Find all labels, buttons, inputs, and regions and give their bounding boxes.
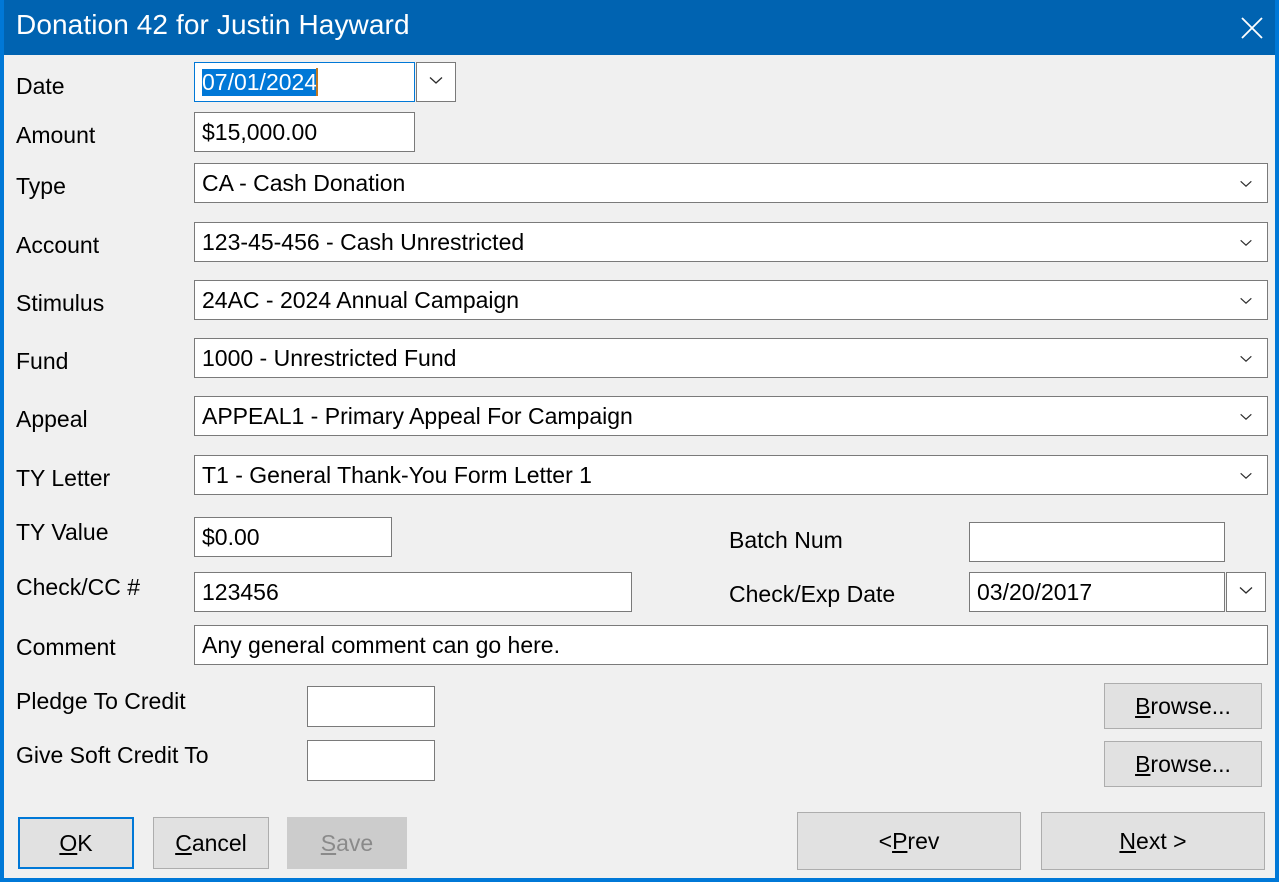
check-cc-input-value: 123456 xyxy=(202,578,279,605)
form-area: Date 07/01/2024 Amount $15,000.00 Type C… xyxy=(4,55,1275,878)
stimulus-combobox-value: 24AC - 2024 Annual Campaign xyxy=(202,286,520,313)
chevron-down-icon xyxy=(1236,295,1260,306)
give-soft-credit-to-input[interactable] xyxy=(307,740,435,781)
account-combobox-value: 123-45-456 - Cash Unrestricted xyxy=(202,228,525,255)
donation-dialog-window: Donation 42 for Justin Hayward Date 07/0… xyxy=(0,0,1279,882)
stimulus-label: Stimulus xyxy=(16,290,105,316)
amount-label: Amount xyxy=(16,122,96,148)
cancel-accel: C xyxy=(175,829,192,856)
ty-letter-label: TY Letter xyxy=(16,465,111,491)
comment-input-value: Any general comment can go here. xyxy=(202,631,560,658)
fund-label: Fund xyxy=(16,348,69,374)
chevron-down-icon xyxy=(1236,237,1260,248)
ok-rest: K xyxy=(77,829,93,856)
prev-button[interactable]: < Prev xyxy=(797,812,1021,870)
pledge-to-credit-input[interactable] xyxy=(307,686,435,727)
ty-letter-combobox-value: T1 - General Thank-You Form Letter 1 xyxy=(202,461,592,488)
cancel-button[interactable]: Cancel xyxy=(153,817,269,869)
fund-combobox-value: 1000 - Unrestricted Fund xyxy=(202,344,457,371)
chevron-down-icon xyxy=(427,73,445,91)
type-label: Type xyxy=(16,173,66,199)
ok-accel: O xyxy=(59,829,78,856)
check-exp-date-input-value: 03/20/2017 xyxy=(977,578,1093,605)
close-button[interactable] xyxy=(1221,0,1275,55)
batch-num-label: Batch Num xyxy=(729,527,843,553)
ty-value-input[interactable]: $0.00 xyxy=(194,517,392,557)
browse-soft-credit-button[interactable]: Browse... xyxy=(1104,741,1262,787)
check-cc-label: Check/CC # xyxy=(16,574,140,600)
amount-input[interactable]: $15,000.00 xyxy=(194,112,415,152)
prev-accel: P xyxy=(892,827,908,854)
ty-value-input-value: $0.00 xyxy=(202,523,260,550)
browse-soft-rest: rowse... xyxy=(1150,750,1231,777)
appeal-combobox-value: APPEAL1 - Primary Appeal For Campaign xyxy=(202,402,633,429)
next-accel: N xyxy=(1119,827,1137,854)
ty-value-label: TY Value xyxy=(16,519,109,545)
amount-input-value: $15,000.00 xyxy=(202,118,318,145)
prev-rest: rev xyxy=(907,827,940,854)
batch-num-input[interactable] xyxy=(969,522,1225,562)
ok-button[interactable]: OK xyxy=(18,817,134,869)
account-label: Account xyxy=(16,232,100,258)
check-exp-date-input[interactable]: 03/20/2017 xyxy=(969,572,1225,612)
date-input[interactable]: 07/01/2024 xyxy=(194,62,415,102)
chevron-down-icon xyxy=(1236,470,1260,481)
pledge-to-credit-label: Pledge To Credit xyxy=(16,688,186,714)
fund-combobox[interactable]: 1000 - Unrestricted Fund xyxy=(194,338,1268,378)
prev-prefix: < xyxy=(878,827,893,854)
check-exp-date-label: Check/Exp Date xyxy=(729,581,896,607)
date-input-value: 07/01/2024 xyxy=(202,68,318,96)
appeal-label: Appeal xyxy=(16,406,88,432)
check-cc-input[interactable]: 123456 xyxy=(194,572,632,612)
browse-soft-accel: B xyxy=(1135,750,1151,777)
save-rest: ave xyxy=(336,829,374,856)
text-caret xyxy=(316,68,319,96)
chevron-down-icon xyxy=(1237,583,1255,601)
comment-input[interactable]: Any general comment can go here. xyxy=(194,625,1268,665)
comment-label: Comment xyxy=(16,634,116,660)
next-rest: ext > xyxy=(1136,827,1187,854)
type-combobox[interactable]: CA - Cash Donation xyxy=(194,163,1268,203)
browse-pledge-rest: rowse... xyxy=(1150,692,1231,719)
browse-pledge-button[interactable]: Browse... xyxy=(1104,683,1262,729)
save-accel: S xyxy=(320,829,337,856)
cancel-rest: ancel xyxy=(191,829,247,856)
browse-pledge-accel: B xyxy=(1135,692,1151,719)
title-bar: Donation 42 for Justin Hayward xyxy=(4,0,1275,55)
type-combobox-value: CA - Cash Donation xyxy=(202,169,406,196)
stimulus-combobox[interactable]: 24AC - 2024 Annual Campaign xyxy=(194,280,1268,320)
window-title: Donation 42 for Justin Hayward xyxy=(16,9,410,40)
close-icon xyxy=(1239,15,1265,41)
next-button[interactable]: Next > xyxy=(1041,812,1265,870)
chevron-down-icon xyxy=(1236,411,1260,422)
save-button: Save xyxy=(287,817,407,869)
ty-letter-combobox[interactable]: T1 - General Thank-You Form Letter 1 xyxy=(194,455,1268,495)
date-label: Date xyxy=(16,73,65,99)
chevron-down-icon xyxy=(1236,178,1260,189)
date-dropdown-button[interactable] xyxy=(416,62,456,102)
appeal-combobox[interactable]: APPEAL1 - Primary Appeal For Campaign xyxy=(194,396,1268,436)
check-exp-date-dropdown-button[interactable] xyxy=(1226,572,1266,612)
account-combobox[interactable]: 123-45-456 - Cash Unrestricted xyxy=(194,222,1268,262)
chevron-down-icon xyxy=(1236,353,1260,364)
give-soft-credit-to-label: Give Soft Credit To xyxy=(16,742,209,768)
